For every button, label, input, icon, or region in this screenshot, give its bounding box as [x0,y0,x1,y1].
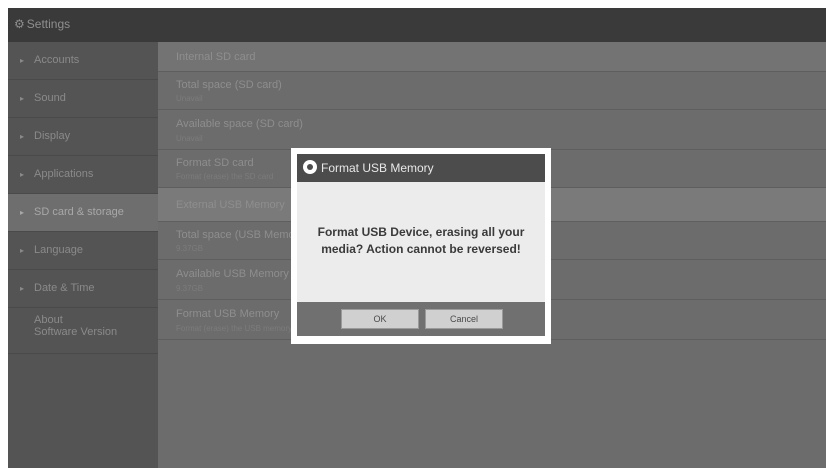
sidebar-item-label: Language [34,244,83,256]
sidebar-item-label: Display [34,130,71,142]
dialog-button-bar: OK Cancel [297,302,545,336]
bullet-icon: ▸ [20,170,25,179]
sidebar-item-label: About Software Version [34,314,118,338]
cancel-button[interactable]: Cancel [425,309,503,329]
dialog-message: Format USB Device, erasing all your medi… [317,225,525,256]
sidebar-item-label: Applications [34,168,94,180]
dialog-body: Format USB Device, erasing all your medi… [297,182,545,302]
bullet-icon: ▸ [20,132,25,141]
settings-screen: ⚙ Settings ▸ Accounts ▸ Sound ▸ Display ▸… [8,8,826,468]
sidebar-item-sound[interactable]: ▸ Sound [8,80,158,118]
list-section-header: Internal SD card [158,42,826,72]
sidebar-item-date-time[interactable]: ▸ Date & Time [8,270,158,308]
sidebar-item-storage[interactable]: ▸ SD card & storage [8,194,158,232]
format-usb-dialog: Format USB Memory Format USB Device, era… [291,148,551,344]
ok-button[interactable]: OK [341,309,419,329]
list-item[interactable]: Total space (SD card) Unavail [158,72,826,110]
sidebar-item-label: Sound [34,92,66,104]
list-item[interactable]: Available space (SD card) Unavail [158,110,826,150]
title-bar: ⚙ Settings [8,8,826,42]
sidebar-item-applications[interactable]: ▸ Applications [8,156,158,194]
sidebar-item-label: Date & Time [34,282,95,294]
bullet-icon: ▸ [20,56,25,65]
dialog-title: Format USB Memory [321,161,434,175]
bullet-icon: ▸ [20,94,25,103]
sidebar-item-display[interactable]: ▸ Display [8,118,158,156]
sidebar-item-accounts[interactable]: ▸ Accounts [8,42,158,80]
sidebar-item-label: Accounts [34,54,80,66]
dialog-title-bar: Format USB Memory [297,154,545,182]
app-title: ⚙ Settings [14,17,71,31]
settings-icon [303,160,317,174]
bullet-icon: ▸ [20,208,25,217]
sidebar-item-label: SD card & storage [34,206,124,218]
sidebar-item-language[interactable]: ▸ Language [8,232,158,270]
bullet-icon: ▸ [20,284,25,293]
sidebar: ▸ Accounts ▸ Sound ▸ Display ▸ Applicati… [8,42,158,468]
sidebar-item-about[interactable]: About Software Version [8,308,158,354]
bullet-icon: ▸ [20,246,25,255]
gear-icon: ⚙ [14,17,25,31]
